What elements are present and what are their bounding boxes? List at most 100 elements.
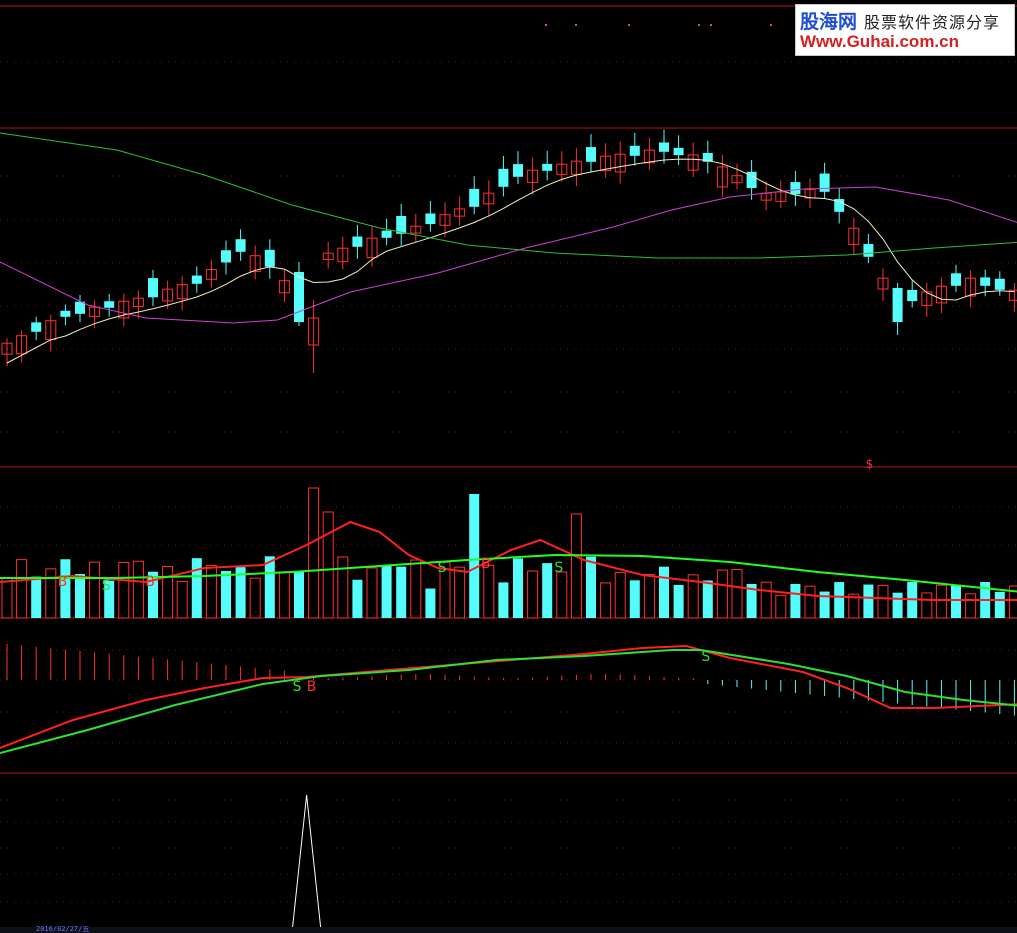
volume-bar — [935, 584, 947, 619]
volume-signal-label: B — [145, 574, 155, 590]
top-marker-dot — [545, 24, 547, 26]
volume-bar — [294, 571, 304, 618]
price-signal-label: $ — [866, 457, 874, 471]
volume-bar — [951, 584, 961, 618]
volume-bar — [249, 577, 261, 619]
volume-signal-label: B — [58, 574, 68, 590]
volume-bar — [191, 558, 202, 618]
volume-bar — [1, 577, 13, 619]
volume-bar — [702, 580, 713, 618]
volume-bar — [556, 571, 568, 619]
volume-bar — [731, 569, 743, 619]
watermark-url: Www.Guhai.com.cn — [800, 32, 959, 51]
volume-bar — [352, 579, 363, 618]
volume-bar — [205, 565, 217, 619]
price-candle — [951, 273, 961, 286]
price-candle — [31, 322, 42, 332]
ma-short-line — [6, 158, 1015, 364]
price-candle — [659, 142, 669, 152]
macd-signal-label: S — [701, 649, 710, 665]
volume-bar — [366, 567, 378, 619]
price-candle — [425, 213, 436, 225]
volume-bar — [454, 566, 466, 619]
stock-chart: $B S BS B SS BS — [0, 5, 1017, 928]
price-candle — [221, 250, 231, 263]
top-marker-dot — [628, 24, 630, 26]
price-candle — [381, 230, 392, 238]
volume-bar — [118, 561, 130, 619]
price-candle — [790, 182, 801, 195]
price-candle — [980, 277, 991, 286]
volume-bar — [483, 564, 495, 619]
volume-bar — [614, 571, 626, 619]
volume-bar — [162, 565, 174, 619]
volume-signal-label: S — [554, 560, 563, 576]
price-candle — [673, 147, 684, 156]
price-candle — [352, 236, 363, 247]
price-candle — [104, 301, 115, 308]
price-candle — [235, 239, 246, 252]
macd-signal-label: B — [307, 679, 317, 695]
volume-signal-label: S — [102, 578, 111, 594]
volume-bar — [673, 584, 684, 618]
watermark-brand: 股海网 — [800, 11, 858, 33]
volume-bar — [643, 574, 655, 619]
volume-signal-label: S — [438, 560, 447, 576]
watermark-logo: 股海网 股票软件资源分享 Www.Guhai.com.cn — [795, 4, 1015, 56]
volume-bar — [337, 556, 349, 619]
volume-bar — [834, 582, 845, 618]
price-candle — [863, 243, 874, 257]
volume-bar — [498, 582, 509, 618]
price-candle — [469, 188, 480, 207]
volume-bar — [716, 569, 728, 619]
watermark-tagline: 股票软件资源分享 — [864, 13, 1001, 32]
volume-bar — [176, 580, 188, 619]
volume-bar — [892, 592, 903, 618]
volume-bar — [381, 565, 392, 618]
volume-bar — [16, 559, 28, 619]
volume-bar — [75, 574, 85, 618]
price-candle — [513, 164, 523, 177]
top-marker-dot — [710, 24, 712, 26]
volume-bar — [863, 584, 874, 618]
volume-bar — [264, 556, 275, 618]
volume-bar — [586, 556, 596, 618]
price-candle — [60, 310, 71, 317]
volume-bar — [89, 561, 101, 619]
volume-bar — [513, 558, 523, 618]
price-candle — [629, 145, 640, 156]
volume-bar — [760, 581, 772, 619]
volume-bar — [600, 582, 612, 619]
volume-bar — [877, 584, 889, 619]
date-label: 2016/02/27/五 — [36, 925, 90, 933]
volume-bar — [527, 570, 539, 619]
volume-bar — [570, 513, 582, 619]
price-candle — [191, 275, 202, 284]
price-candle — [148, 278, 158, 298]
volume-bar — [965, 593, 977, 619]
volume-bar — [790, 583, 801, 618]
price-candle — [294, 272, 304, 322]
volume-bar — [308, 487, 320, 619]
volume-bar — [469, 494, 480, 618]
volume-bar — [542, 563, 553, 618]
volume-bar — [804, 585, 816, 619]
volume-bar — [278, 571, 290, 619]
volume-bar — [629, 580, 640, 618]
price-candle — [586, 147, 596, 162]
volume-bar — [994, 591, 1005, 618]
price-candle — [498, 168, 509, 187]
volume-bar — [132, 560, 144, 619]
top-marker-dot — [575, 24, 577, 26]
price-candle — [892, 288, 903, 322]
price-candle — [994, 278, 1005, 290]
volume-bar — [396, 566, 407, 618]
price-candle — [542, 163, 553, 171]
volume-signal-label: B — [481, 556, 491, 572]
price-candle — [264, 249, 275, 267]
volume-bar — [45, 568, 57, 619]
macd-signal-label: S — [293, 679, 302, 695]
volume-bar — [410, 559, 422, 619]
volume-bar — [221, 570, 231, 618]
top-marker-dot — [698, 24, 700, 26]
